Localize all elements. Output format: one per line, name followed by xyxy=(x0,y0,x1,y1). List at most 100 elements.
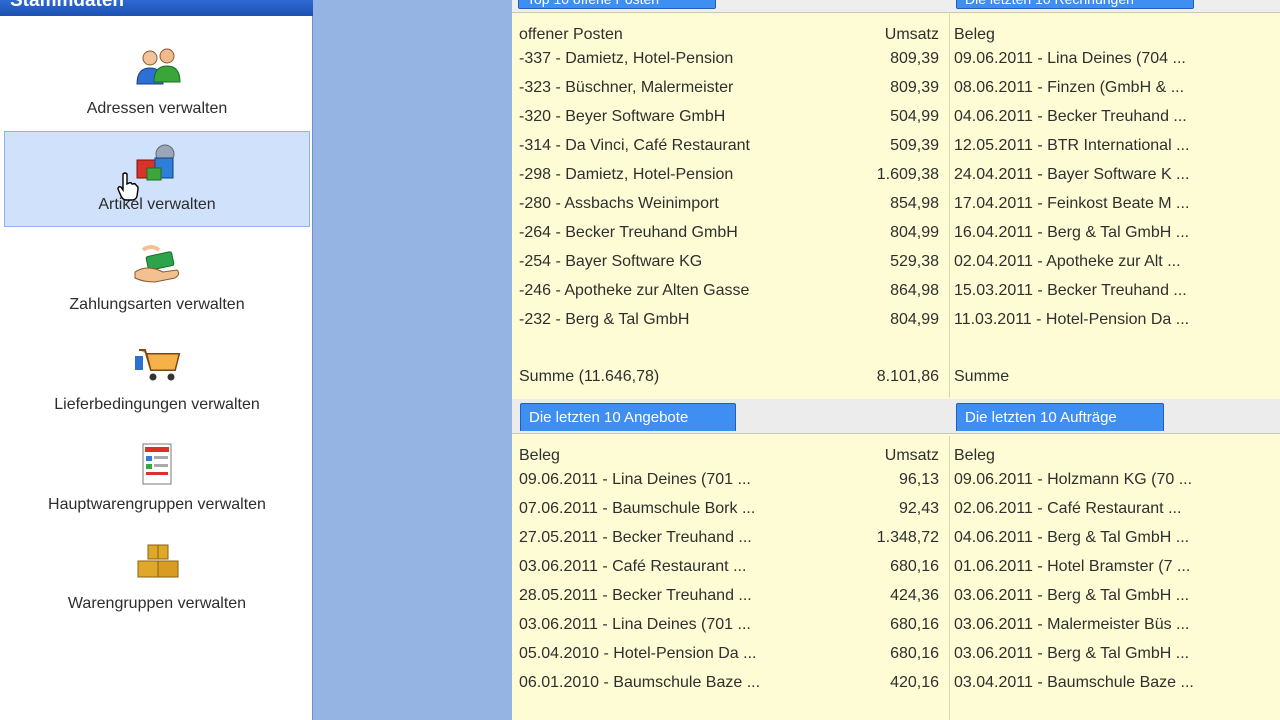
table-row[interactable]: 03.06.2011 - Lina Deines (701 ... 680,16 xyxy=(519,616,941,642)
table-row[interactable]: -320 - Beyer Software GmbH 504,99 xyxy=(519,108,941,134)
document-form-icon xyxy=(133,442,183,486)
row-amount: 864,98 xyxy=(890,282,939,299)
list-item[interactable]: 03.04.2011 - Baumschule Baze ... xyxy=(954,674,1194,700)
column-header: Umsatz xyxy=(884,26,939,43)
list-item[interactable]: 08.06.2011 - Finzen (GmbH & ... xyxy=(954,79,1184,105)
list-item[interactable]: 04.06.2011 - Becker Treuhand ... xyxy=(954,108,1187,134)
tab-auftraege[interactable]: Die letzten 10 Aufträge xyxy=(956,403,1164,431)
sidebar-item-label: Hauptwarengruppen verwalten xyxy=(48,496,266,513)
column-header: Beleg xyxy=(519,447,560,464)
offene-posten-panel: offener Posten Umsatz -337 - Damietz, Ho… xyxy=(519,26,941,396)
list-item[interactable]: 01.06.2011 - Hotel Bramster (7 ... xyxy=(954,558,1190,584)
table-row[interactable]: 09.06.2011 - Lina Deines (701 ... 96,13 xyxy=(519,471,941,497)
list-item[interactable]: 09.06.2011 - Holzmann KG (70 ... xyxy=(954,471,1192,497)
row-amount: 529,38 xyxy=(890,253,939,270)
payment-hand-icon xyxy=(133,242,183,286)
table-row[interactable]: -314 - Da Vinci, Café Restaurant 509,39 xyxy=(519,137,941,163)
row-description: 27.05.2011 - Becker Treuhand ... xyxy=(519,529,752,546)
table-row[interactable]: -323 - Büschner, Malermeister 809,39 xyxy=(519,79,941,105)
row-amount: 424,36 xyxy=(890,587,939,604)
sidebar-item-warengruppen[interactable]: Warengruppen verwalten xyxy=(4,530,310,626)
shopping-cart-icon xyxy=(133,342,183,386)
row-amount: 854,98 xyxy=(890,195,939,212)
tab-offene-posten[interactable]: Top 10 offene Posten xyxy=(518,0,716,9)
row-description: -337 - Damietz, Hotel-Pension xyxy=(519,50,734,67)
row-amount: 809,39 xyxy=(890,79,939,96)
row-description: 06.01.2010 - Baumschule Baze ... xyxy=(519,674,761,691)
list-item[interactable]: 15.03.2011 - Becker Treuhand ... xyxy=(954,282,1187,308)
column-header: Beleg xyxy=(954,447,995,464)
column-divider xyxy=(949,436,950,720)
row-description: -264 - Becker Treuhand GmbH xyxy=(519,224,738,241)
row-description: 28.05.2011 - Becker Treuhand ... xyxy=(519,587,752,604)
list-item[interactable]: 03.06.2011 - Malermeister Büs ... xyxy=(954,616,1189,642)
row-description: 07.06.2011 - Baumschule Bork ... xyxy=(519,500,756,517)
row-amount: 809,39 xyxy=(890,50,939,67)
list-item[interactable]: 09.06.2011 - Lina Deines (704 ... xyxy=(954,50,1186,76)
row-amount: 504,99 xyxy=(890,108,939,125)
sidebar-item-label: Artikel verwalten xyxy=(98,196,216,213)
row-amount: 92,43 xyxy=(898,500,939,517)
column-divider xyxy=(949,14,950,398)
sidebar-item-label: Adressen verwalten xyxy=(86,100,228,117)
sidebar-item-label: Warengruppen verwalten xyxy=(67,595,247,612)
sidebar-item-adressen[interactable]: Adressen verwalten xyxy=(4,35,310,131)
row-description: -314 - Da Vinci, Café Restaurant xyxy=(519,137,750,154)
table-row[interactable]: -264 - Becker Treuhand GmbH 804,99 xyxy=(519,224,941,250)
sidebar-item-lieferbedingungen[interactable]: Lieferbedingungen verwalten xyxy=(4,331,310,427)
table-row[interactable]: 27.05.2011 - Becker Treuhand ... 1.348,72 xyxy=(519,529,941,555)
rechnungen-panel: Beleg 09.06.2011 - Lina Deines (704 ... … xyxy=(954,26,1274,396)
sidebar-item-label: Lieferbedingungen verwalten xyxy=(54,396,260,413)
lower-tabstrip: Die letzten 10 Angebote Die letzten 10 A… xyxy=(512,399,1280,434)
background-strip xyxy=(314,0,512,720)
table-row[interactable]: -280 - Assbachs Weinimport 854,98 xyxy=(519,195,941,221)
column-header: offener Posten xyxy=(519,26,623,43)
table-row[interactable]: -337 - Damietz, Hotel-Pension 809,39 xyxy=(519,50,941,76)
list-item[interactable]: 04.06.2011 - Berg & Tal GmbH ... xyxy=(954,529,1189,555)
table-row[interactable]: 03.06.2011 - Café Restaurant ... 680,16 xyxy=(519,558,941,584)
tab-rechnungen[interactable]: Die letzten 10 Rechnungen xyxy=(956,0,1194,9)
list-item[interactable]: 02.04.2011 - Apotheke zur Alt ... xyxy=(954,253,1181,279)
sum-label: Summe (11.646,78) xyxy=(519,368,660,385)
sidebar-item-hauptwarengruppen[interactable]: Hauptwarengruppen verwalten xyxy=(4,431,310,527)
tab-angebote[interactable]: Die letzten 10 Angebote xyxy=(520,403,736,431)
sidebar-title: Stammdaten xyxy=(10,0,125,11)
row-description: -254 - Bayer Software KG xyxy=(519,253,703,270)
table-row[interactable]: 06.01.2010 - Baumschule Baze ... 420,16 xyxy=(519,674,941,700)
row-amount: 680,16 xyxy=(890,558,939,575)
list-item[interactable]: 17.04.2011 - Feinkost Beate M ... xyxy=(954,195,1189,221)
row-description: 03.06.2011 - Café Restaurant ... xyxy=(519,558,747,575)
table-row[interactable]: 05.04.2010 - Hotel-Pension Da ... 680,16 xyxy=(519,645,941,671)
sum-value: 8.101,86 xyxy=(876,368,939,385)
sum-row: Summe (11.646,78) 8.101,86 xyxy=(519,368,941,394)
list-item[interactable]: 03.06.2011 - Berg & Tal GmbH ... xyxy=(954,587,1189,613)
row-description: -323 - Büschner, Malermeister xyxy=(519,79,734,96)
sidebar-item-artikel[interactable]: Artikel verwalten xyxy=(4,131,310,227)
table-row[interactable]: -298 - Damietz, Hotel-Pension 1.609,38 xyxy=(519,166,941,192)
list-item[interactable]: 16.04.2011 - Berg & Tal GmbH ... xyxy=(954,224,1189,250)
list-item[interactable]: 12.05.2011 - BTR International ... xyxy=(954,137,1189,163)
table-row[interactable]: 28.05.2011 - Becker Treuhand ... 424,36 xyxy=(519,587,941,613)
boxes-icon xyxy=(133,541,183,585)
people-icon xyxy=(133,46,183,90)
list-item[interactable]: 24.04.2011 - Bayer Software K ... xyxy=(954,166,1189,192)
sidebar-item-label: Zahlungsarten verwalten xyxy=(69,296,245,313)
articles-icon xyxy=(133,142,183,186)
table-row[interactable]: -246 - Apotheke zur Alten Gasse 864,98 xyxy=(519,282,941,308)
row-description: 05.04.2010 - Hotel-Pension Da ... xyxy=(519,645,757,662)
table-row[interactable]: -254 - Bayer Software KG 529,38 xyxy=(519,253,941,279)
list-item[interactable]: 11.03.2011 - Hotel-Pension Da ... xyxy=(954,311,1189,337)
row-amount: 509,39 xyxy=(890,137,939,154)
sidebar: Stammdaten Adressen verwalten Artikel ve… xyxy=(0,0,313,720)
angebote-panel: Beleg Umsatz 09.06.2011 - Lina Deines (7… xyxy=(519,447,941,717)
sum-label: Summe xyxy=(954,368,1010,385)
row-amount: 804,99 xyxy=(890,311,939,328)
list-item[interactable]: 02.06.2011 - Café Restaurant ... xyxy=(954,500,1181,526)
row-amount: 96,13 xyxy=(898,471,939,488)
table-row[interactable]: 07.06.2011 - Baumschule Bork ... 92,43 xyxy=(519,500,941,526)
hand-pointer-icon xyxy=(117,172,139,207)
sidebar-header: Stammdaten xyxy=(0,0,313,16)
sidebar-item-zahlungsarten[interactable]: Zahlungsarten verwalten xyxy=(4,231,310,327)
list-item[interactable]: 03.06.2011 - Berg & Tal GmbH ... xyxy=(954,645,1189,671)
table-row[interactable]: -232 - Berg & Tal GmbH 804,99 xyxy=(519,311,941,337)
